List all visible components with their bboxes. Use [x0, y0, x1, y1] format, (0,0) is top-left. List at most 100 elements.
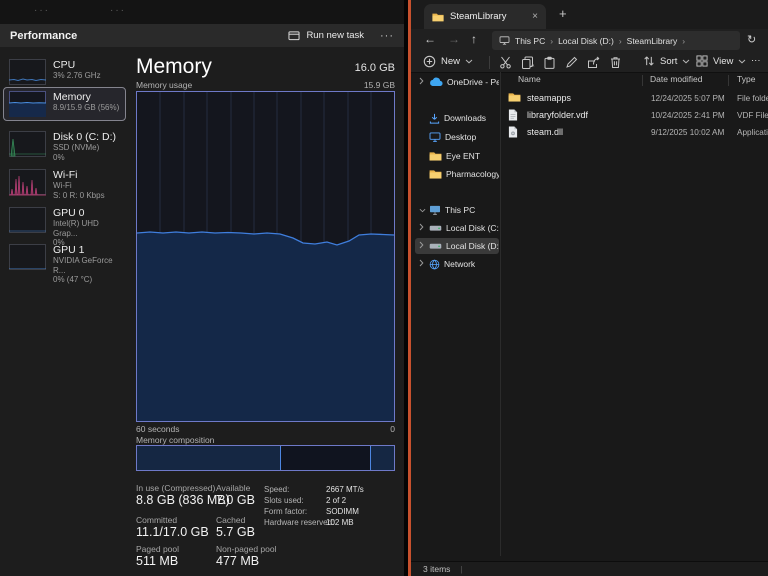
this-pc-icon [499, 36, 510, 45]
cpu-mini-graph-icon [8, 59, 47, 85]
graph-time-left-label: 60 seconds [136, 424, 180, 434]
gpu1-mini-graph-icon [9, 244, 46, 270]
sidebar-item-label: OneDrive - Persona [447, 77, 499, 87]
performance-header: Performance Run new task ··· [0, 24, 404, 47]
stat-label: Committed [136, 515, 178, 525]
rename-icon[interactable] [565, 56, 578, 69]
sort-button[interactable]: Sort [643, 55, 690, 67]
chevron-right-icon [419, 77, 425, 87]
screen: ··· ··· Performance Run new task ··· CPU… [0, 0, 768, 576]
run-new-task-label: Run new task [306, 30, 364, 41]
view-button[interactable]: View [696, 55, 746, 67]
folder-icon [429, 170, 442, 179]
column-header-type[interactable]: Type [737, 74, 755, 84]
sidebar-item-detail: S: 0 R: 0 Kbps [53, 190, 105, 200]
sidebar-item-wifi[interactable]: Wi-Fi Wi-Fi S: 0 R: 0 Kbps [3, 165, 126, 204]
file-type: Application exten [737, 127, 768, 137]
memory-free-segment[interactable] [370, 446, 394, 470]
refresh-button[interactable]: ↻ [747, 33, 756, 46]
memory-standby-segment[interactable] [280, 446, 371, 470]
paste-icon[interactable] [543, 56, 556, 69]
memory-in-use-segment[interactable] [137, 446, 281, 470]
file-name: steamapps [527, 93, 572, 103]
sidebar-item-label: Wi-Fi [53, 169, 78, 181]
sidebar-item-label: GPU 1 [53, 244, 85, 256]
sidebar-item-cpu[interactable]: CPU 3% 2.76 GHz [3, 55, 126, 89]
sidebar-item-local-disk-c[interactable]: Local Disk (C:) [415, 220, 499, 236]
file-type: VDF File [737, 110, 768, 120]
up-button[interactable]: ↑ [471, 32, 477, 46]
sidebar-item-downloads[interactable]: Downloads [415, 110, 499, 126]
cut-icon[interactable] [499, 56, 512, 69]
tab-close-icon[interactable]: × [532, 11, 538, 22]
onedrive-cloud-icon [430, 77, 443, 86]
sidebar-item-onedrive[interactable]: OneDrive - Persona [415, 74, 499, 90]
new-tab-button[interactable]: + [559, 6, 567, 21]
titlebar-dots-icon: ··· [110, 5, 126, 16]
stat-label: In use (Compressed) [136, 483, 216, 493]
breadcrumb-this-pc[interactable]: This PC [515, 36, 545, 46]
stat-value: 477 MB [216, 554, 260, 568]
folder-icon [429, 152, 442, 161]
sidebar-item-this-pc[interactable]: This PC [415, 202, 499, 218]
file-row-steam-dll[interactable]: steam.dll 9/12/2025 10:02 AM Application… [503, 124, 768, 141]
sidebar-item-local-disk-d[interactable]: Local Disk (D:) [415, 238, 499, 254]
file-row-steamapps[interactable]: steamapps 12/24/2025 5:07 PM File folder [503, 90, 768, 107]
explorer-toolbar: New Sort View ··· [411, 52, 768, 73]
run-new-task-button[interactable]: Run new task [288, 30, 364, 41]
toolbar-more-button[interactable]: ··· [751, 55, 761, 66]
detail-speed-label: Speed: [264, 485, 290, 494]
gpu0-mini-graph-icon [9, 207, 46, 233]
delete-icon[interactable] [609, 56, 622, 69]
chevron-right-icon [419, 259, 425, 269]
breadcrumb-steamlibrary[interactable]: SteamLibrary [627, 36, 678, 46]
memory-usage-graph [136, 91, 395, 422]
status-divider: | [460, 564, 463, 574]
sidebar-item-label: Desktop [445, 132, 477, 142]
sidebar-item-label: Disk 0 (C: D:) [53, 131, 116, 143]
titlebar-dots-icon: ··· [34, 5, 50, 16]
stat-value: 511 MB [136, 554, 179, 568]
sidebar-item-disk0[interactable]: Disk 0 (C: D:) SSD (NVMe) 0% [3, 127, 126, 166]
sidebar-item-label: Pharmacology [446, 169, 499, 179]
share-icon[interactable] [587, 56, 600, 69]
toolbar-divider [489, 56, 490, 69]
more-options-button[interactable]: ··· [380, 30, 394, 42]
sort-button-label: Sort [660, 55, 678, 67]
column-header-name[interactable]: Name [518, 74, 541, 84]
sidebar-item-label: Eye ENT [446, 151, 481, 161]
sidebar-item-label: Downloads [444, 113, 487, 123]
sidebar-item-label: GPU 0 [53, 207, 85, 219]
sidebar-item-gpu1[interactable]: GPU 1 NVIDIA GeForce R... 0% (47 °C) [3, 240, 126, 289]
address-bar[interactable]: This PC › Local Disk (D:) › SteamLibrary… [492, 31, 740, 50]
sort-icon [644, 56, 654, 66]
back-button[interactable]: ← [424, 32, 436, 46]
breadcrumb-separator: › [550, 35, 554, 46]
stat-label: Non-paged pool [216, 544, 277, 554]
network-icon [429, 259, 440, 269]
column-divider[interactable] [728, 75, 729, 86]
wifi-mini-graph-icon [9, 169, 46, 196]
column-divider[interactable] [642, 75, 643, 86]
memory-usage-graph-plot [136, 92, 395, 421]
plus-circle-icon [423, 55, 436, 68]
sidebar-item-pharmacology[interactable]: Pharmacology [415, 166, 499, 182]
file-row-libraryfolder[interactable]: libraryfolder.vdf 10/24/2025 2:41 PM VDF… [503, 107, 768, 124]
memory-usage-label: Memory usage [136, 80, 193, 90]
view-grid-icon [696, 55, 708, 67]
breadcrumb-local-disk-d[interactable]: Local Disk (D:) [558, 36, 614, 46]
stat-label: Paged pool [136, 544, 180, 554]
sidebar-item-eye-ent[interactable]: Eye ENT [415, 148, 499, 164]
sidebar-item-memory[interactable]: Memory 8.9/15.9 GB (56%) [3, 87, 126, 121]
column-header-date[interactable]: Date modified [650, 74, 702, 84]
forward-button[interactable]: → [448, 32, 460, 46]
pane-divider[interactable] [500, 72, 501, 556]
sidebar-item-detail: Intel(R) UHD Grap... [53, 219, 99, 238]
tab-steamlibrary[interactable]: SteamLibrary × [424, 4, 546, 29]
sidebar-item-network[interactable]: Network [415, 256, 499, 272]
detail-form-factor-label: Form factor: [264, 507, 308, 516]
sidebar-item-desktop[interactable]: Desktop [415, 129, 499, 145]
new-button[interactable]: New [423, 55, 473, 68]
chevron-right-icon [419, 223, 425, 233]
detail-hw-reserved-label: Hardware reserved: [264, 518, 335, 527]
